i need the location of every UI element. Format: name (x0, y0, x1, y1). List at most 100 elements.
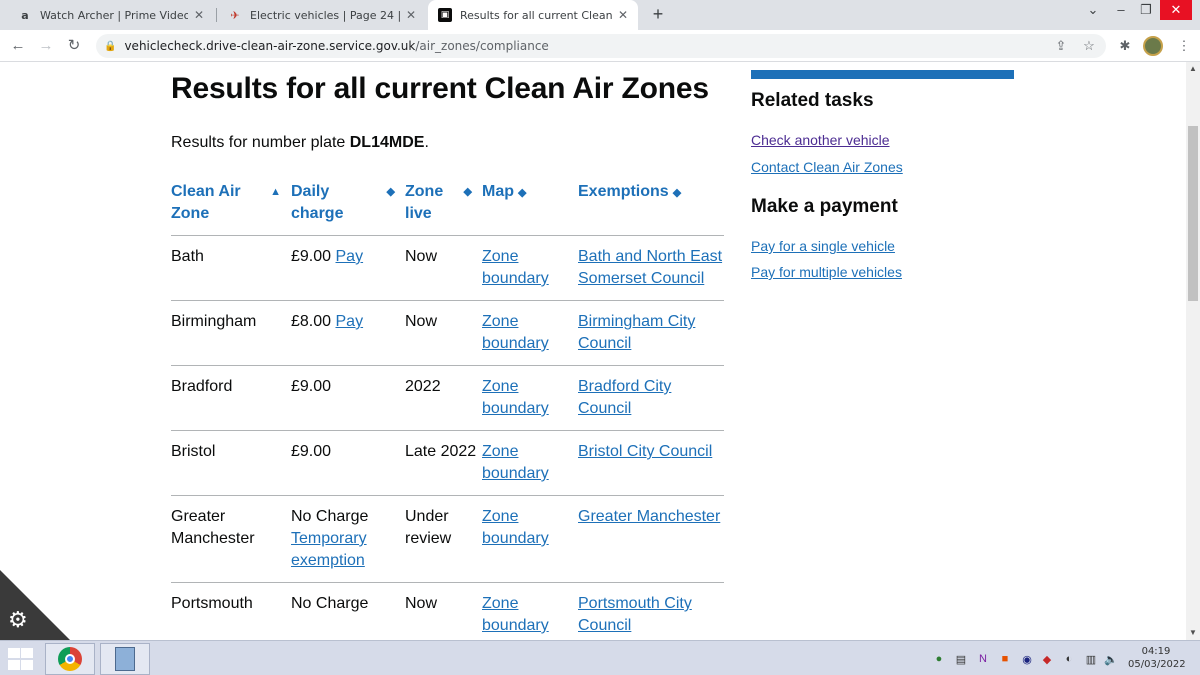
reload-button[interactable]: ↻ (64, 36, 84, 56)
sort-icon: ◆ (463, 186, 472, 198)
contact-clean-air-zones-link[interactable]: Contact Clean Air Zones (751, 159, 903, 175)
exemptions-link[interactable]: Bradford City Council (578, 378, 671, 417)
close-icon[interactable]: ✕ (194, 8, 204, 22)
zone-boundary-link[interactable]: Zone boundary (482, 313, 549, 352)
gear-icon[interactable]: ⚙ (8, 607, 28, 633)
table-row: Bath £9.00 Pay Now Zone boundary Bath an… (171, 235, 724, 301)
table-row: Bristol £9.00 Late 2022 Zone boundary Br… (171, 430, 724, 496)
zone-boundary-link[interactable]: Zone boundary (482, 443, 549, 482)
zone-boundary-link[interactable]: Zone boundary (482, 248, 549, 287)
tab-clean-air-zones[interactable]: ▣ Results for all current Clean Air Z ✕ (428, 0, 638, 30)
scroll-down-icon[interactable]: ▼ (1186, 628, 1200, 637)
tab-electric-vehicles[interactable]: ✈ Electric vehicles | Page 24 | Plant ✕ (218, 0, 426, 30)
restore-button[interactable]: ❐ (1135, 2, 1157, 18)
check-another-vehicle-link[interactable]: Check another vehicle (751, 132, 890, 148)
tray-app-icon[interactable]: ◆ (1040, 653, 1054, 666)
chrome-icon (58, 647, 82, 671)
close-window-button[interactable]: ✕ (1160, 0, 1192, 20)
exemptions-link[interactable]: Bristol City Council (578, 443, 712, 460)
table-row: Bradford £9.00 2022 Zone boundary Bradfo… (171, 365, 724, 431)
calculator-taskbar-button[interactable] (100, 643, 150, 675)
pay-link[interactable]: Pay (336, 313, 364, 330)
forward-button[interactable]: → (36, 36, 56, 56)
vertical-scrollbar[interactable]: ▲ ▼ (1186, 62, 1200, 640)
tray-app-icon[interactable]: ◐ (1062, 653, 1076, 665)
windows-start-button[interactable] (6, 647, 34, 671)
exemptions-cell: Bath and North East Somerset Council (578, 235, 724, 301)
pay-multiple-vehicles-link[interactable]: Pay for multiple vehicles (751, 264, 902, 280)
url-host: vehiclecheck.drive-clean-air-zone.servic… (124, 39, 416, 53)
header-map[interactable]: Map ◆ (482, 180, 578, 236)
page-title: Results for all current Clean Air Zones (171, 72, 709, 105)
zone-name: Bradford (171, 365, 291, 431)
profile-avatar[interactable] (1143, 36, 1163, 56)
chrome-taskbar-button[interactable] (45, 643, 95, 675)
charge-cell: No Charge Temporary exemption (291, 495, 405, 583)
zone-boundary-link[interactable]: Zone boundary (482, 508, 549, 547)
temporary-exemption-link[interactable]: Temporary exemption (291, 530, 367, 569)
tab-strip: a Watch Archer | Prime Video ✕ ✈ Electri… (0, 0, 1200, 30)
charge-cell: £9.00 Pay (291, 235, 405, 301)
zone-boundary-link[interactable]: Zone boundary (482, 595, 549, 634)
header-daily-charge[interactable]: Daily charge ◆ (291, 180, 405, 236)
chevron-down-icon[interactable]: ⌄ (1082, 2, 1104, 18)
network-icon[interactable]: ▥ (1084, 653, 1098, 666)
map-cell: Zone boundary (482, 365, 578, 431)
browser-toolbar: ← → ↻ 🔒 vehiclecheck.drive-clean-air-zon… (0, 30, 1200, 62)
bookmark-star-icon[interactable]: ☆ (1080, 38, 1098, 54)
minimize-button[interactable]: – (1110, 2, 1132, 17)
steam-icon[interactable]: ◉ (1020, 653, 1034, 666)
address-bar[interactable]: 🔒 vehiclecheck.drive-clean-air-zone.serv… (96, 34, 1106, 58)
scroll-up-icon[interactable]: ▲ (1186, 64, 1200, 73)
sidebar-rule (751, 70, 1014, 79)
table-row: Portsmouth No Charge Now Zone boundary P… (171, 582, 724, 640)
exemptions-link[interactable]: Portsmouth City Council (578, 595, 692, 634)
menu-icon[interactable]: ⋮ (1175, 38, 1193, 54)
zone-live: Under review (405, 495, 482, 583)
tab-prime-video[interactable]: a Watch Archer | Prime Video ✕ (8, 0, 214, 30)
zone-name: Birmingham (171, 300, 291, 366)
charge-amount: No Charge (291, 582, 405, 640)
scrollbar-thumb[interactable] (1188, 126, 1198, 301)
exemptions-link[interactable]: Greater Manchester (578, 508, 720, 525)
lock-icon: 🔒 (104, 40, 117, 52)
exemptions-cell: Greater Manchester (578, 495, 724, 583)
exemptions-link[interactable]: Bath and North East Somerset Council (578, 248, 722, 287)
tray-app-icon[interactable]: ▤ (954, 653, 968, 666)
page-content: Results for all current Clean Air Zones … (0, 62, 1186, 640)
security-icon[interactable]: ● (932, 653, 946, 665)
pay-single-vehicle-link[interactable]: Pay for a single vehicle (751, 238, 895, 254)
exemptions-link[interactable]: Birmingham City Council (578, 313, 695, 352)
zone-live: Now (405, 235, 482, 301)
new-tab-button[interactable]: + (648, 4, 668, 24)
header-label: charge (291, 205, 344, 222)
zone-boundary-link[interactable]: Zone boundary (482, 378, 549, 417)
zone-live: Now (405, 582, 482, 640)
plate-suffix: . (424, 134, 429, 151)
tab-title: Electric vehicles | Page 24 | Plant (250, 8, 400, 22)
onenote-icon[interactable]: N (976, 653, 990, 665)
zone-live: Now (405, 300, 482, 366)
plate-line: Results for number plate DL14MDE. (171, 134, 429, 152)
header-exemptions[interactable]: Exemptions ◆ (578, 180, 724, 236)
header-zone-live[interactable]: Zone live ◆ (405, 180, 482, 236)
tray-app-icon[interactable]: ■ (998, 653, 1012, 665)
close-icon[interactable]: ✕ (618, 8, 628, 22)
zone-name: Portsmouth (171, 582, 291, 640)
close-icon[interactable]: ✕ (406, 8, 416, 22)
url-path: /air_zones/compliance (415, 39, 549, 53)
exemptions-cell: Bristol City Council (578, 430, 724, 496)
tab-title: Watch Archer | Prime Video (40, 8, 188, 22)
volume-icon[interactable]: 🔈 (1104, 653, 1118, 666)
sort-icon: ◆ (386, 186, 395, 198)
table-row: Greater Manchester No Charge Temporary ex… (171, 495, 724, 583)
tab-divider (216, 8, 217, 22)
header-clean-air-zone[interactable]: Clean Air Zone ▲ (171, 180, 291, 236)
extensions-icon[interactable]: ✱ (1116, 38, 1134, 54)
table-row: Birmingham £8.00 Pay Now Zone boundary B… (171, 300, 724, 366)
share-icon[interactable]: ⇪ (1052, 38, 1070, 54)
back-button[interactable]: ← (8, 36, 28, 56)
pay-link[interactable]: Pay (336, 248, 364, 265)
table-header-row: Clean Air Zone ▲ Daily charge ◆ Zone live ◆ Ma… (171, 180, 724, 236)
system-clock[interactable]: 04:19 05/03/2022 (1128, 645, 1186, 671)
